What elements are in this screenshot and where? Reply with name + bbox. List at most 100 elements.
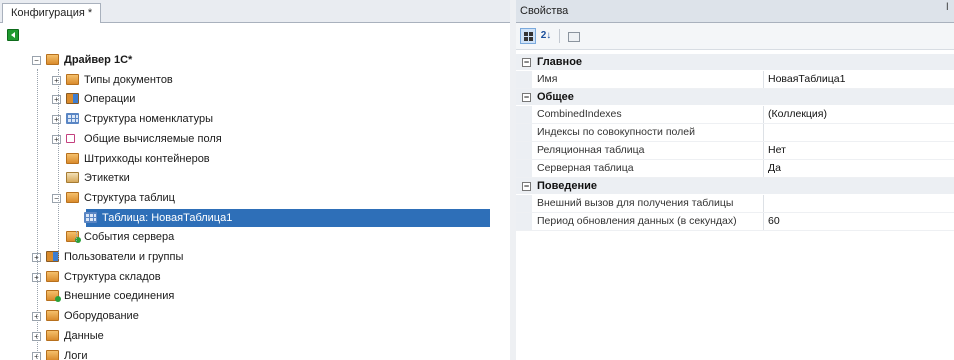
folder-icon: [66, 73, 79, 85]
collapse-icon[interactable]: −: [522, 182, 531, 191]
tree-item-label: Структура таблиц: [84, 191, 175, 204]
tree-item[interactable]: + Данные: [0, 327, 490, 345]
property-name: Внешний вызов для получения таблицы: [537, 195, 764, 212]
property-name: Серверная таблица: [537, 160, 764, 177]
tree-item-label: Пользователи и группы: [64, 251, 184, 263]
tree-item[interactable]: Таблица: НоваяТаблица1: [0, 208, 490, 227]
alphabetical-sort-button[interactable]: 2↓: [538, 28, 554, 44]
row-gutter: [516, 124, 532, 141]
category-title: Поведение: [537, 180, 597, 192]
tree-item-label: Этикетки: [84, 172, 130, 185]
folder-icon: [46, 310, 59, 322]
tree-item[interactable]: + Структура складов: [0, 268, 490, 286]
tree-item[interactable]: + Типы документов: [0, 71, 490, 89]
property-name: Индексы по совокупности полей: [537, 124, 764, 141]
expand-icon[interactable]: +: [52, 75, 61, 85]
property-category[interactable]: − Поведение: [516, 178, 954, 194]
tree-item[interactable]: + Пользователи и группы: [0, 248, 490, 266]
collapse-icon[interactable]: −: [32, 56, 41, 65]
property-row[interactable]: Внешний вызов для получения таблицы: [516, 195, 954, 213]
category-title: Главное: [537, 56, 583, 68]
event-icon: [46, 290, 61, 303]
tree-connector-line: [58, 69, 59, 259]
toolbar-separator: [559, 29, 560, 43]
properties-toolbar: 2↓: [516, 23, 954, 50]
property-name: Имя: [537, 71, 764, 88]
tree-item[interactable]: Этикетки: [0, 169, 490, 187]
row-gutter: [516, 71, 532, 88]
tree-item-label: Оборудование: [64, 310, 139, 323]
property-row[interactable]: Период обновления данных (в секундах) 60: [516, 213, 954, 231]
properties-title: Свойства: [520, 5, 569, 17]
tree-item-label: Типы документов: [84, 73, 173, 86]
tree-item[interactable]: + Общие вычисляемые поля: [0, 130, 490, 148]
folder-icon: [46, 54, 59, 65]
event-icon: [66, 231, 81, 244]
tree-item[interactable]: − Драйвер 1С*: [0, 51, 490, 69]
tree-item-label: Структура номенклатуры: [84, 113, 213, 126]
tree-item[interactable]: + Оборудование: [0, 307, 490, 325]
row-gutter: [516, 106, 532, 123]
property-row[interactable]: CombinedIndexes (Коллекция): [516, 106, 954, 124]
tree-item-label: Драйвер 1С*: [64, 54, 133, 66]
table-icon: [66, 113, 79, 125]
property-value[interactable]: Нет: [768, 142, 786, 159]
properties-panel: Свойства ǀ 2↓ − Главное Имя НоваяТаблица1− О…: [516, 0, 954, 360]
folder-icon: [46, 270, 59, 282]
category-title: Общее: [537, 91, 574, 103]
tree-item[interactable]: + Структура номенклатуры: [0, 110, 490, 128]
expand-icon[interactable]: +: [52, 134, 61, 144]
folder-icon: [66, 152, 79, 164]
row-gutter: [516, 142, 532, 159]
tree-item-label: Общие вычисляемые поля: [84, 132, 222, 145]
folder-mix-icon: [66, 93, 79, 105]
tree-item[interactable]: События сервера: [0, 228, 490, 246]
label-icon: [66, 172, 79, 184]
row-gutter: [516, 160, 532, 177]
property-name: Реляционная таблица: [537, 142, 764, 159]
configuration-tab[interactable]: Конфигурация *: [2, 3, 102, 23]
tree-item-label: Внешние соединения: [64, 290, 175, 303]
tree-item-label: Данные: [64, 329, 104, 342]
tree-item[interactable]: + Операции: [0, 90, 490, 108]
collapse-icon[interactable]: −: [522, 58, 531, 67]
expand-icon[interactable]: +: [52, 115, 61, 125]
tree-item[interactable]: − Структура таблиц: [0, 189, 490, 207]
property-value[interactable]: 60: [768, 213, 780, 230]
configuration-panel: Конфигурация * − Драйвер 1С* + Типы докумен…: [0, 0, 511, 360]
row-gutter: [516, 195, 532, 212]
tree-item-label: Штрихкоды контейнеров: [84, 152, 210, 165]
folder-icon: [46, 349, 59, 360]
pin-icon[interactable]: ǀ: [946, 3, 952, 13]
tree-item-label: Таблица: НоваяТаблица1: [102, 211, 233, 224]
tree-item-label: События сервера: [84, 231, 175, 244]
property-row[interactable]: Реляционная таблица Нет: [516, 142, 954, 160]
folder-icon: [66, 191, 79, 203]
row-gutter: [516, 213, 532, 230]
property-name: CombinedIndexes: [537, 106, 764, 123]
property-value[interactable]: Да: [768, 160, 781, 177]
tree-connector-line: [76, 231, 77, 243]
properties-header: Свойства ǀ: [516, 0, 954, 23]
property-value[interactable]: НоваяТаблица1: [768, 71, 845, 88]
collapse-icon[interactable]: −: [522, 93, 531, 102]
property-row[interactable]: Индексы по совокупности полей: [516, 124, 954, 142]
property-row[interactable]: Серверная таблица Да: [516, 160, 954, 178]
collapse-icon[interactable]: −: [52, 193, 61, 203]
tree-item[interactable]: + Логи: [0, 347, 490, 360]
tree-item-label: Структура складов: [64, 270, 161, 283]
property-name: Период обновления данных (в секундах): [537, 213, 764, 230]
tree-item[interactable]: Штрихкоды контейнеров: [0, 150, 490, 168]
categorized-view-icon[interactable]: [520, 28, 536, 44]
tree-item[interactable]: Внешние соединения: [0, 287, 490, 305]
property-category[interactable]: − Общее: [516, 89, 954, 105]
property-pages-icon[interactable]: [565, 28, 581, 44]
property-category[interactable]: − Главное: [516, 54, 954, 70]
fields-icon: [66, 133, 75, 143]
expand-icon[interactable]: +: [52, 95, 61, 105]
property-value[interactable]: (Коллекция): [768, 106, 827, 123]
tree-connector-line: [37, 69, 38, 359]
back-arrow-icon[interactable]: [7, 29, 19, 41]
tree-item-label: Логи: [64, 349, 88, 360]
property-row[interactable]: Имя НоваяТаблица1: [516, 71, 954, 89]
